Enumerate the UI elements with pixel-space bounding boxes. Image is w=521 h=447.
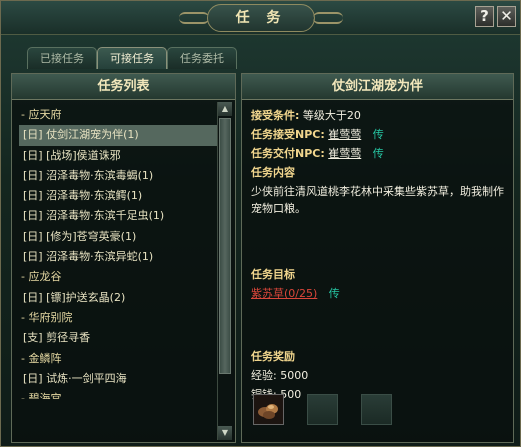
quest-list-item[interactable]: [日] [战场]侯道诛邪 xyxy=(19,146,217,166)
exp-label: 经验: xyxy=(251,369,277,382)
quest-list-item[interactable]: [日] [镖]护送玄晶(2) xyxy=(19,288,217,308)
title-ornament-left xyxy=(179,12,209,24)
tab-accepted-quests[interactable]: 已接任务 xyxy=(27,47,97,69)
scroll-thumb[interactable] xyxy=(219,118,231,374)
exp-value: 5000 xyxy=(280,369,309,382)
quest-list-item[interactable]: [日] 沼泽毒物·东滨鳄(1) xyxy=(19,186,217,206)
quest-description: 少侠前往清风道桃李花林中采集些紫苏草，助我制作宠物口粮。 xyxy=(251,185,504,215)
close-button[interactable]: ✕ xyxy=(497,6,516,27)
submit-npc-teleport-link[interactable]: 传 xyxy=(373,147,384,160)
target-section-label: 任务目标 xyxy=(251,268,295,281)
reward-slot-empty[interactable] xyxy=(307,394,338,425)
submit-npc-row: 任务交付NPC: 崔莺莺 传 xyxy=(251,144,509,163)
accept-npc-row: 任务接受NPC: 崔莺莺 传 xyxy=(251,125,509,144)
scroll-up-button[interactable]: ▲ xyxy=(218,102,232,116)
herb-bundle-icon xyxy=(258,404,278,419)
accept-npc-label: 任务接受NPC: xyxy=(251,128,325,141)
title-bar[interactable]: 任 务 ? ✕ xyxy=(1,1,520,35)
quest-region-header[interactable]: - 应天府 xyxy=(19,105,217,125)
window-title: 任 务 xyxy=(207,4,315,32)
quest-detail-body: 接受条件: 等级大于20 任务接受NPC: 崔莺莺 传 任务交付NPC: 崔莺莺… xyxy=(251,106,509,404)
quest-region-header[interactable]: - 应龙谷 xyxy=(19,267,217,287)
quest-detail-title: 仗剑江湖宠为伴 xyxy=(242,74,513,100)
accept-condition-row: 接受条件: 等级大于20 xyxy=(251,106,509,125)
help-button[interactable]: ? xyxy=(475,6,494,27)
quest-detail-panel: 仗剑江湖宠为伴 接受条件: 等级大于20 任务接受NPC: 崔莺莺 传 任务交付… xyxy=(241,73,514,443)
target-teleport-link[interactable]: 传 xyxy=(329,287,340,300)
accept-npc-link[interactable]: 崔莺莺 xyxy=(328,128,361,141)
quest-list-header: 任务列表 xyxy=(12,74,235,100)
quest-list-item[interactable]: [日] [修为]苍穹英豪(1) xyxy=(19,227,217,247)
reward-section-label: 任务奖励 xyxy=(251,350,295,363)
quest-list-item[interactable]: [日] 沼泽毒物·东滨异蛇(1) xyxy=(19,247,217,267)
accept-npc-teleport-link[interactable]: 传 xyxy=(373,128,384,141)
quest-region-header[interactable]: - 金鳞阵 xyxy=(19,349,217,369)
content-section-label: 任务内容 xyxy=(251,166,295,179)
quest-list-item[interactable]: [支] 剪径寻香 xyxy=(19,328,217,348)
quest-window: 任 务 ? ✕ 已接任务 可接任务 任务委托 任务列表 - 应天府 [日] 仗剑江… xyxy=(0,0,521,447)
tab-available-quests[interactable]: 可接任务 xyxy=(97,47,167,69)
accept-condition-value: 等级大于20 xyxy=(302,109,361,122)
submit-npc-link[interactable]: 崔莺莺 xyxy=(328,147,361,160)
title-ornament-right xyxy=(313,12,343,24)
quest-list: - 应天府 [日] 仗剑江湖宠为伴(1) [日] [战场]侯道诛邪 [日] 沼泽毒物·… xyxy=(19,105,217,399)
target-row: 紫苏草(0/25) 传 xyxy=(251,284,509,303)
reward-slot-empty[interactable] xyxy=(361,394,392,425)
quest-region-header[interactable]: - 碧海宫 xyxy=(19,389,217,399)
quest-list-item[interactable]: [日] 仗剑江湖宠为伴(1) xyxy=(19,125,217,146)
tab-quest-delegation[interactable]: 任务委托 xyxy=(167,47,237,69)
accept-condition-label: 接受条件: xyxy=(251,109,300,122)
target-item-link[interactable]: 紫苏草(0/25) xyxy=(251,287,317,300)
submit-npc-label: 任务交付NPC: xyxy=(251,147,325,160)
exp-row: 经验: 5000 xyxy=(251,366,509,385)
reward-slot-herb[interactable] xyxy=(253,394,284,425)
quest-list-item[interactable]: [日] 沼泽毒物·东滨毒蝎(1) xyxy=(19,166,217,186)
quest-list-item[interactable]: [日] 试炼·一剑平四海 xyxy=(19,369,217,389)
quest-list-scrollbar[interactable]: ▲ ▼ xyxy=(217,102,232,440)
quest-list-item[interactable]: [日] 沼泽毒物·东滨千足虫(1) xyxy=(19,206,217,226)
quest-region-header[interactable]: - 华府别院 xyxy=(19,308,217,328)
scroll-down-button[interactable]: ▼ xyxy=(218,426,232,440)
quest-list-panel: 任务列表 - 应天府 [日] 仗剑江湖宠为伴(1) [日] [战场]侯道诛邪 [日] … xyxy=(11,73,236,443)
